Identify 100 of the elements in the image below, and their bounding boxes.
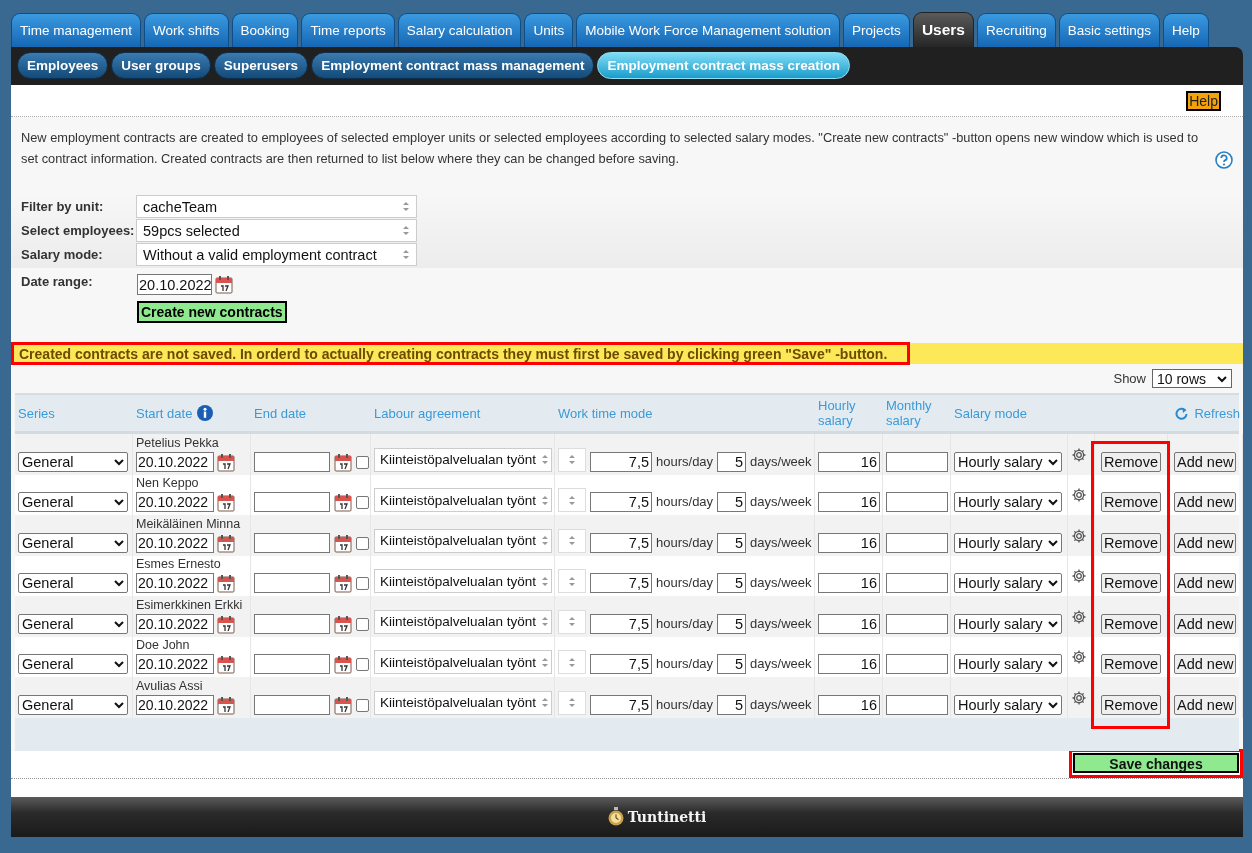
series-dropdown[interactable]: General	[18, 613, 128, 634]
spinner-field[interactable]	[558, 528, 586, 553]
calendar-icon[interactable]	[217, 575, 235, 593]
hours-field[interactable]: 7,5	[590, 694, 652, 715]
remove-button[interactable]: Remove	[1101, 573, 1161, 593]
days-field[interactable]: 5	[717, 532, 747, 553]
calendar-icon[interactable]	[217, 534, 235, 553]
nav-tab[interactable]: Users	[912, 12, 974, 47]
calendar-icon[interactable]	[217, 453, 235, 472]
gear-icon[interactable]	[1071, 689, 1087, 706]
monthly-salary-field[interactable]	[886, 654, 948, 674]
date-field[interactable]: 20.10.2022	[136, 613, 214, 634]
sub-tab[interactable]: Employment contract mass management	[311, 52, 595, 79]
days-field[interactable]: 5	[717, 654, 747, 674]
checkbox[interactable]	[356, 455, 369, 469]
add-new-button[interactable]: Add new	[1174, 654, 1237, 674]
add-new-button[interactable]: Add new	[1174, 451, 1237, 472]
checkbox[interactable]	[356, 536, 369, 550]
series-dropdown[interactable]: General	[18, 451, 128, 472]
days-field[interactable]: 5	[717, 451, 747, 472]
nav-tab[interactable]: Booking	[231, 13, 299, 47]
date-field[interactable]: 20.10.2022	[136, 654, 214, 674]
calendar-icon[interactable]	[217, 615, 235, 634]
hourly-salary-field[interactable]: 16	[818, 451, 880, 472]
nav-tab[interactable]: Time management	[11, 13, 142, 47]
series-dropdown[interactable]: General	[18, 492, 128, 512]
nav-tab[interactable]: Units	[524, 13, 574, 47]
checkbox[interactable]	[356, 658, 369, 671]
monthly-salary-field[interactable]	[886, 532, 948, 553]
nav-tab[interactable]: Basic settings	[1058, 13, 1161, 47]
date-field[interactable]: 20.10.2022	[136, 694, 214, 715]
gear-icon[interactable]	[1071, 487, 1087, 504]
hourly-salary-field[interactable]: 16	[818, 492, 880, 512]
days-field[interactable]: 5	[717, 573, 747, 593]
salary-mode-dropdown[interactable]: Hourly salary	[954, 694, 1062, 715]
labour-agreement-dropdown[interactable]: Kiinteistöpalvelualan työnt	[374, 650, 552, 674]
help-icon[interactable]	[1215, 151, 1233, 169]
add-new-button[interactable]: Add new	[1174, 532, 1237, 553]
date-field[interactable]: 20.10.2022	[136, 532, 214, 553]
labour-agreement-dropdown[interactable]: Kiinteistöpalvelualan työnt	[374, 569, 552, 593]
hours-field[interactable]: 7,5	[590, 492, 652, 512]
hourly-salary-field[interactable]: 16	[818, 573, 880, 593]
hours-field[interactable]: 7,5	[590, 654, 652, 674]
spinner-field[interactable]	[558, 609, 586, 634]
date-field[interactable]	[254, 694, 330, 715]
nav-tab[interactable]: Recruiting	[976, 13, 1056, 47]
spinner-field[interactable]	[558, 569, 586, 593]
nav-tab[interactable]: Time reports	[301, 13, 395, 47]
date-field[interactable]: 20.10.2022	[137, 274, 212, 295]
remove-button[interactable]: Remove	[1101, 694, 1161, 715]
spinner-field[interactable]	[558, 488, 586, 512]
series-dropdown[interactable]: General	[18, 573, 128, 593]
monthly-salary-field[interactable]	[886, 492, 948, 512]
nav-tab[interactable]: Mobile Work Force Management solution	[576, 13, 841, 47]
gear-icon[interactable]	[1071, 608, 1087, 625]
monthly-salary-field[interactable]	[886, 573, 948, 593]
series-dropdown[interactable]: General	[18, 694, 128, 715]
salary-mode-dropdown[interactable]: Hourly salary	[954, 451, 1062, 472]
days-field[interactable]: 5	[717, 613, 747, 634]
salary-mode-dropdown[interactable]: Hourly salary	[954, 532, 1062, 553]
hours-field[interactable]: 7,5	[590, 451, 652, 472]
help-button[interactable]: Help	[1186, 90, 1221, 111]
nav-tab[interactable]: Work shifts	[144, 13, 229, 47]
spinner-field[interactable]	[558, 650, 586, 674]
calendar-icon[interactable]	[215, 275, 233, 294]
date-field[interactable]: 20.10.2022	[136, 492, 214, 512]
remove-button[interactable]: Remove	[1101, 654, 1161, 674]
dropdown-field[interactable]: 59pcs selected	[136, 219, 417, 242]
calendar-icon[interactable]	[334, 494, 352, 512]
save-changes-button[interactable]: Save changes	[1073, 752, 1239, 773]
add-new-button[interactable]: Add new	[1174, 492, 1237, 512]
series-dropdown[interactable]: General	[18, 654, 128, 674]
calendar-icon[interactable]	[217, 656, 235, 674]
date-field[interactable]	[254, 654, 330, 674]
gear-icon[interactable]	[1071, 527, 1087, 544]
date-field[interactable]: 20.10.2022	[136, 451, 214, 472]
sub-tab[interactable]: User groups	[111, 52, 211, 79]
rows-per-page-dropdown[interactable]: 10 rows	[1152, 369, 1232, 388]
hourly-salary-field[interactable]: 16	[818, 694, 880, 715]
calendar-icon[interactable]	[334, 656, 352, 674]
days-field[interactable]: 5	[717, 492, 747, 512]
nav-tab[interactable]: Projects	[843, 13, 910, 47]
spinner-field[interactable]	[558, 447, 586, 472]
gear-icon[interactable]	[1071, 446, 1087, 463]
gear-icon[interactable]	[1071, 568, 1087, 585]
remove-button[interactable]: Remove	[1101, 613, 1161, 634]
calendar-icon[interactable]	[334, 615, 352, 634]
salary-mode-dropdown[interactable]: Hourly salary	[954, 573, 1062, 593]
add-new-button[interactable]: Add new	[1174, 694, 1237, 715]
calendar-icon[interactable]	[217, 494, 235, 512]
date-field[interactable]	[254, 573, 330, 593]
hourly-salary-field[interactable]: 16	[818, 654, 880, 674]
hours-field[interactable]: 7,5	[590, 613, 652, 634]
days-field[interactable]: 5	[717, 694, 747, 715]
add-new-button[interactable]: Add new	[1174, 613, 1237, 634]
calendar-icon[interactable]	[217, 696, 235, 715]
labour-agreement-dropdown[interactable]: Kiinteistöpalvelualan työnt	[374, 609, 552, 634]
calendar-icon[interactable]	[334, 696, 352, 715]
salary-mode-dropdown[interactable]: Hourly salary	[954, 613, 1062, 634]
calendar-icon[interactable]	[334, 534, 352, 553]
